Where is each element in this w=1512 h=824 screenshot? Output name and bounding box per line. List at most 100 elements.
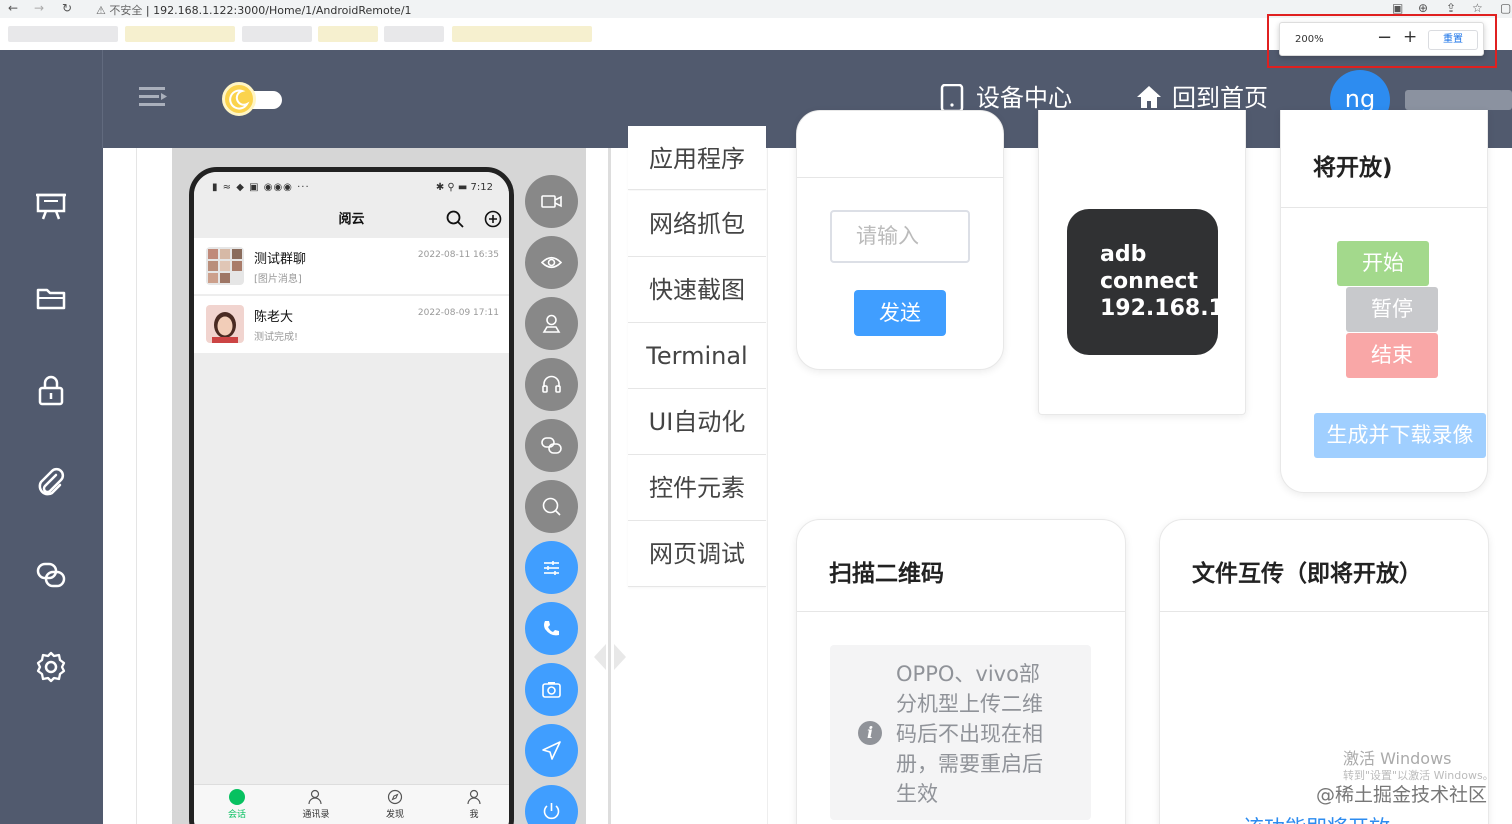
folder-icon[interactable] [34, 282, 68, 316]
card-title: 将开放) [1313, 155, 1393, 181]
sidepanel-icon[interactable]: ▢ [1500, 1, 1511, 15]
adb-line: 192.168.1.1 [1100, 296, 1218, 321]
adb-line: connect [1100, 269, 1198, 294]
notice-text: OPPO、vivo部分机型上传二维码后不出现在相册，需要重启后生效 [896, 662, 1043, 806]
address-bar[interactable]: ⚠ 不安全 | 192.168.1.122:3000/Home/1/Androi… [96, 2, 412, 18]
translate-icon[interactable]: ▣ [1392, 1, 1403, 15]
security-label: 不安全 [109, 4, 143, 17]
search-icon[interactable] [446, 210, 464, 228]
bookmark-blurred[interactable] [125, 26, 235, 42]
card-header-divider [1160, 611, 1488, 612]
share-icon[interactable]: ⇪ [1446, 1, 1456, 15]
tab-discover[interactable]: 发现 [370, 789, 420, 820]
navigate-button[interactable] [525, 724, 578, 777]
paperclip-icon[interactable] [34, 466, 68, 500]
chat-time: 2022-08-11 16:35 [417, 250, 499, 260]
link-icon[interactable] [34, 558, 68, 592]
bookmark-blurred[interactable] [452, 26, 592, 42]
tool-terminal[interactable]: Terminal [628, 323, 766, 389]
splitter-arrows-icon[interactable] [592, 640, 628, 674]
tool-packet-capture[interactable]: 网络抓包 [628, 191, 766, 257]
tab-chats[interactable]: 会话 [212, 789, 262, 820]
tablet-icon [940, 84, 964, 112]
content-border [136, 148, 137, 824]
record-pause-button[interactable]: 暂停 [1346, 287, 1438, 332]
bookmark-star-icon[interactable]: ☆ [1472, 1, 1483, 15]
record-end-button[interactable]: 结束 [1346, 333, 1438, 378]
adjust-button[interactable] [525, 541, 578, 594]
chat-item[interactable]: 测试群聊 [图片消息] 2022-08-11 16:35 [194, 238, 509, 295]
chat-message: [图片消息] [254, 274, 302, 285]
view-button[interactable] [525, 236, 578, 289]
eye-icon [541, 256, 562, 269]
location-button[interactable] [525, 297, 578, 350]
device-screen[interactable]: ▮ ≈ ◆ ▣ ◉◉◉ ··· ✱ ⚲ ▬ 7:12 阅云 测试群聊 [图片消息… [189, 167, 514, 824]
location-pin-icon [542, 314, 561, 333]
link-button[interactable] [525, 419, 578, 472]
panel-splitter[interactable] [608, 148, 611, 824]
contacts-icon [308, 789, 322, 805]
chat-item[interactable]: 陈老大 测试完成! 2022-08-09 17:11 [194, 296, 509, 353]
send-button[interactable]: 发送 [854, 290, 946, 336]
bookmark-blurred[interactable] [8, 26, 118, 42]
compass-icon [387, 789, 403, 805]
highlight-box [1267, 14, 1497, 68]
chat-bubble-icon [229, 789, 245, 805]
download-recording-button[interactable]: 生成并下载录像 [1314, 413, 1486, 458]
settings-icon[interactable] [34, 650, 68, 684]
send-arrow-icon [542, 741, 561, 760]
theme-toggle[interactable] [222, 82, 284, 116]
status-right: ✱ ⚲ ▬ 7:12 [435, 182, 493, 193]
tab-contacts[interactable]: 通讯录 [291, 789, 341, 820]
card-title: 扫描二维码 [829, 561, 944, 587]
back-icon[interactable]: ← [8, 1, 18, 15]
chat-time: 2022-08-09 17:11 [417, 308, 499, 318]
text-input[interactable]: 请输入 [830, 210, 970, 263]
chat-name: 陈老大 [254, 310, 294, 325]
link-icon [541, 437, 562, 454]
screenshot-button[interactable] [525, 663, 578, 716]
bookmark-blurred[interactable] [384, 26, 444, 42]
card-header-divider [797, 611, 1125, 612]
presentation-icon[interactable] [34, 190, 68, 224]
warning-icon: ⚠ [96, 4, 106, 17]
tool-ui-automation[interactable]: UI自动化 [628, 389, 766, 455]
add-circle-icon[interactable] [484, 210, 502, 228]
audio-button[interactable] [525, 358, 578, 411]
tab-label: 发现 [385, 810, 404, 820]
camera-icon [542, 682, 561, 698]
qr-notice: i OPPO、vivo部分机型上传二维码后不出现在相册，需要重启后生效 [830, 645, 1091, 820]
video-camera-icon [541, 195, 562, 208]
username-blurred[interactable] [1405, 90, 1512, 110]
sliders-icon [544, 561, 559, 575]
bookmark-blurred[interactable] [242, 26, 312, 42]
reload-icon[interactable]: ↻ [62, 1, 72, 15]
chat-tab-bar: 会话 通讯录 发现 我 [194, 784, 509, 824]
phone-call-button[interactable] [525, 602, 578, 655]
search-button[interactable] [525, 480, 578, 533]
headset-icon [542, 375, 561, 393]
adb-line: adb [1100, 242, 1147, 267]
coming-soon-link[interactable]: 该功能即将开放 [1243, 812, 1390, 824]
record-start-button[interactable]: 开始 [1337, 241, 1429, 286]
contact-avatar [206, 305, 244, 343]
url-text: 192.168.1.122:3000/Home/1/AndroidRemote/… [153, 4, 412, 17]
forward-icon[interactable]: → [34, 1, 44, 15]
zoom-icon[interactable]: ⊕ [1418, 1, 1428, 15]
adb-connect-tooltip: adb connect 192.168.1.1 [1067, 209, 1218, 355]
card-header-divider [1281, 207, 1487, 208]
menu-collapse-icon[interactable] [139, 85, 167, 109]
tool-elements[interactable]: 控件元素 [628, 455, 766, 521]
tab-me[interactable]: 我 [449, 789, 499, 820]
card-title: 文件互传（即将开放） [1192, 561, 1422, 587]
tab-label: 通讯录 [302, 810, 330, 820]
site-watermark: @稀土掘金技术社区 [1316, 784, 1488, 806]
tool-apps[interactable]: 应用程序 [628, 126, 766, 190]
card-header-divider [797, 177, 1003, 178]
record-video-button[interactable] [525, 175, 578, 228]
phone-icon [544, 621, 559, 636]
bookmark-blurred[interactable] [318, 26, 378, 42]
tool-screenshot[interactable]: 快速截图 [628, 257, 766, 323]
tool-web-debug[interactable]: 网页调试 [628, 521, 766, 587]
lock-icon[interactable] [34, 374, 68, 408]
